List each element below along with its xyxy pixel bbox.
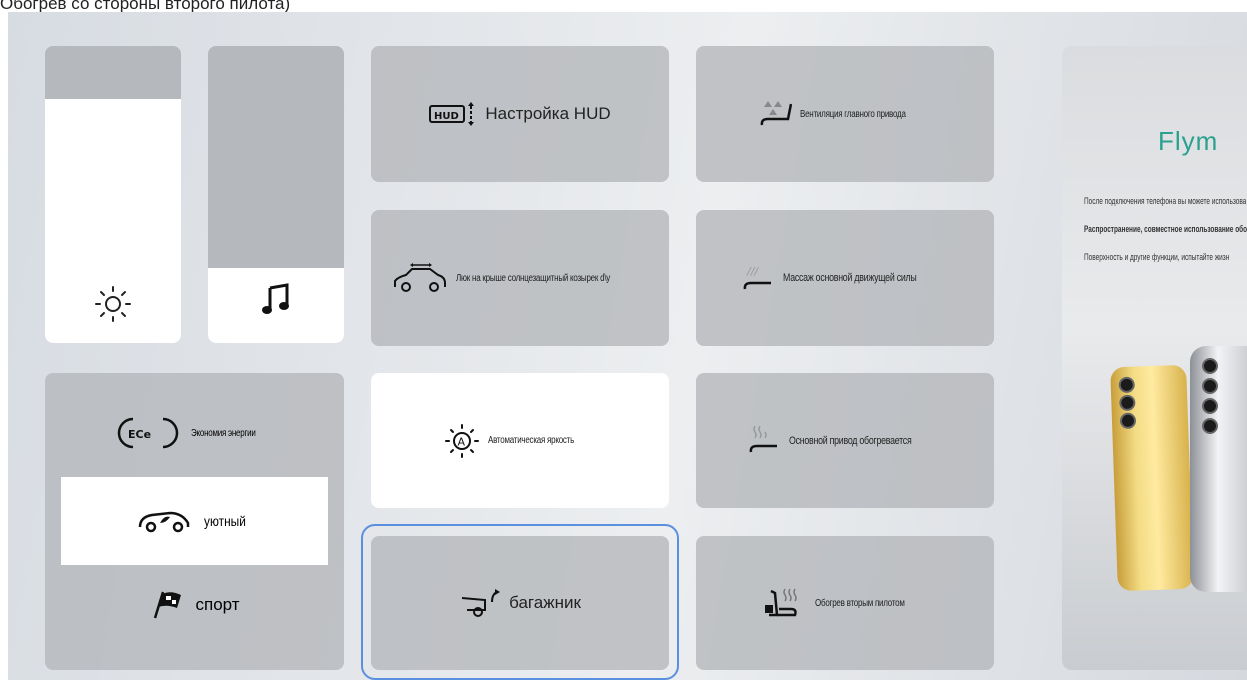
promo-line-3: Поверхность и другие функции, испытайте … — [1084, 252, 1230, 262]
auto-brightness-icon: A — [444, 423, 480, 459]
drive-mode-panel: ECe Экономия энергии уютный спорт — [45, 373, 344, 670]
driver-massage-label: Массаж основной движущей силы — [782, 272, 917, 284]
sun-icon — [45, 284, 181, 324]
seat-ventilation-icon — [758, 99, 792, 129]
sunroof-tile[interactable]: Люк на крыше солнцезащитный козырек d\y — [371, 210, 669, 346]
copilot-heating-tile[interactable]: Обогрев вторым пилотом — [696, 536, 994, 670]
car-roof-icon — [392, 263, 448, 293]
drive-mode-sport-label: спорт — [195, 595, 240, 614]
sport-flag-icon — [149, 590, 183, 620]
drive-mode-comfort-label: уютный — [203, 513, 246, 529]
drive-mode-eco[interactable]: ECe Экономия энергии — [61, 389, 328, 477]
quick-controls-panel: ECe Экономия энергии уютный спорт HUD На… — [8, 12, 1247, 680]
seat-massage-icon: /// — [741, 263, 775, 293]
svg-text:HUD: HUD — [434, 111, 459, 122]
driver-heating-label: Основной привод обогревается — [789, 434, 912, 447]
hud-icon: HUD — [429, 100, 477, 128]
phone-silver-image — [1190, 346, 1247, 592]
promo-line-2: Распространение, совместное использовани… — [1084, 224, 1247, 234]
volume-slider[interactable] — [208, 46, 344, 343]
promo-title: Flym — [1158, 126, 1219, 156]
copilot-heating-label: Обогрев вторым пилотом — [814, 597, 905, 609]
eco-icon: ECe — [117, 416, 179, 450]
passenger-seat-heating-icon — [763, 587, 807, 619]
hud-settings-tile[interactable]: HUD Настройка HUD — [371, 46, 669, 182]
auto-brightness-label: Автоматическая яркость — [488, 435, 575, 446]
seat-heating-icon — [747, 425, 781, 456]
promo-card[interactable]: Flym После подключения телефона вы может… — [1062, 46, 1247, 670]
sunroof-label: Люк на крыше солнцезащитный козырек d\y — [455, 272, 610, 284]
promo-line-1: После подключения телефона вы можете исп… — [1084, 196, 1247, 206]
drive-mode-comfort[interactable]: уютный — [61, 477, 328, 565]
drive-mode-eco-label: Экономия энергии — [191, 427, 256, 439]
svg-text:A: A — [458, 435, 466, 448]
driver-ventilation-tile[interactable]: Вентиляция главного привода — [696, 46, 994, 182]
auto-brightness-tile[interactable]: A Автоматическая яркость — [371, 373, 669, 508]
hud-settings-label: Настройка HUD — [485, 104, 611, 123]
selection-outline — [361, 524, 679, 680]
driver-ventilation-label: Вентиляция главного привода — [799, 108, 906, 120]
driver-massage-tile[interactable]: /// Массаж основной движущей силы — [696, 210, 994, 346]
svg-text:///: /// — [746, 265, 759, 278]
svg-text:ECe: ECe — [128, 428, 151, 441]
phone-gold-image — [1110, 364, 1194, 592]
driver-heating-tile[interactable]: Основной привод обогревается — [696, 373, 994, 508]
top-caption: Обогрев со стороны второго пилота) — [0, 0, 291, 13]
drive-mode-sport[interactable]: спорт — [61, 561, 328, 649]
comfort-car-icon — [136, 509, 192, 533]
brightness-slider[interactable] — [45, 46, 181, 343]
music-note-icon — [208, 282, 344, 316]
